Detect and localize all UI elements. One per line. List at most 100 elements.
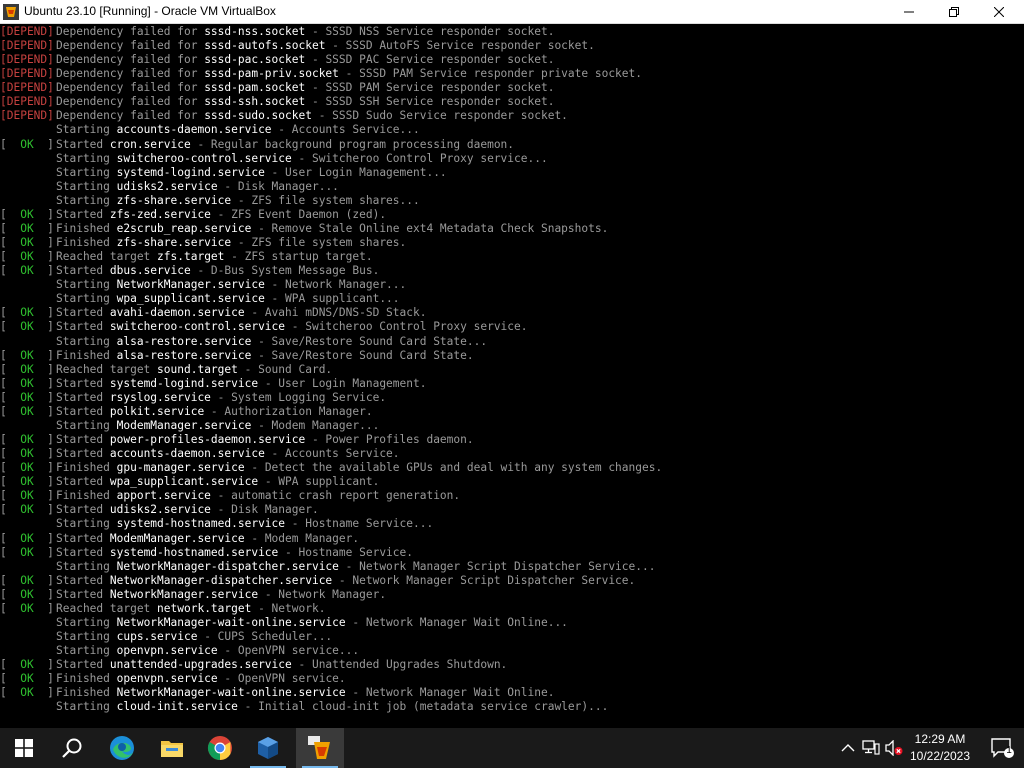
console-unit: zfs-zed.service	[109, 207, 211, 221]
notification-count: 1	[1006, 745, 1012, 756]
console-line: Starting wpa_supplicant.service - WPA su…	[0, 292, 400, 306]
console-description: - SSSD PAC Service responder socket.	[305, 53, 555, 67]
status-depend: [DEPEND]	[0, 25, 54, 38]
console-description: - User Login Management...	[264, 165, 447, 179]
console-line: [ OK ] Reached target sound.target - Soun…	[0, 363, 332, 377]
console-verb: Dependency failed for	[56, 25, 205, 38]
console-line: [ OK ] Started zfs-zed.service - ZFS Even…	[0, 208, 386, 222]
console-unit: wpa_supplicant.service	[109, 475, 259, 489]
console-unit: polkit.service	[109, 404, 205, 418]
console-unit: rsyslog.service	[109, 390, 211, 404]
start-button[interactable]	[0, 728, 48, 768]
console-line: Starting openvpn.service - OpenVPN servi…	[0, 644, 359, 658]
taskbar-chrome[interactable]	[196, 728, 244, 768]
status-ok: [ OK ]	[0, 250, 54, 264]
console-verb: Started	[56, 404, 110, 418]
console-unit: openvpn.service	[116, 644, 218, 658]
console-verb: Starting	[56, 517, 117, 531]
window-title-bar[interactable]: Ubuntu 23.10 [Running] - Oracle VM Virtu…	[0, 0, 1024, 24]
minimize-button[interactable]	[886, 0, 932, 23]
console-unit: apport.service	[116, 489, 211, 503]
console-unit: zfs-share.service	[116, 236, 232, 250]
maximize-button[interactable]	[931, 0, 977, 23]
chevron-up-icon	[841, 744, 855, 752]
console-verb: Started	[56, 587, 110, 601]
console-verb: Started	[56, 376, 110, 390]
show-hidden-icons-button[interactable]	[838, 738, 858, 758]
console-line: [ OK ] Started avahi-daemon.service - Ava…	[0, 306, 426, 320]
console-line: [DEPEND] Dependency failed for sssd-nss.s…	[0, 25, 554, 39]
taskbar-virtualbox-manager[interactable]	[244, 728, 292, 768]
status-ok: [ OK ]	[0, 306, 54, 320]
status-ok: [ OK ]	[0, 672, 54, 686]
console-line: [ OK ] Started unattended-upgrades.servic…	[0, 658, 507, 672]
console-verb: Dependency failed for	[56, 53, 205, 67]
console-unit: sound.target	[157, 362, 238, 376]
console-unit: sssd-autofs.socket	[204, 39, 326, 53]
console-line: [ OK ] Finished apport.service - automati…	[0, 489, 460, 503]
status-ok: [ OK ]	[0, 236, 54, 250]
console-verb: Starting	[56, 700, 117, 714]
taskbar-ubuntu-vm[interactable]	[296, 728, 344, 768]
status-ok: [ OK ]	[0, 601, 54, 615]
status-ok: [ OK ]	[0, 686, 54, 700]
console-verb: Starting	[56, 559, 117, 573]
console-unit: avahi-daemon.service	[109, 306, 245, 320]
console-verb: Starting	[56, 418, 117, 432]
console-verb: Starting	[56, 179, 117, 193]
console-verb: Started	[56, 475, 110, 489]
edge-icon	[110, 736, 134, 760]
console-line: [ OK ] Started dbus.service - D-Bus Syste…	[0, 264, 379, 278]
minimize-icon	[904, 11, 914, 12]
vm-console-output[interactable]: [DEPEND] Dependency failed for sssd-nss.s…	[0, 24, 1024, 728]
console-description: - CUPS Scheduler...	[197, 630, 333, 643]
console-unit: power-profiles-daemon.service	[109, 433, 306, 447]
console-description: - Network Manager Script Dispatcher Serv…	[338, 559, 656, 573]
console-description: - Initial cloud-init job (metadata servi…	[237, 700, 609, 714]
taskbar-file-explorer[interactable]	[148, 728, 196, 768]
windows-taskbar: 12:29 AM 10/22/2023 1	[0, 728, 1024, 768]
console-description: - Hostname Service.	[278, 545, 413, 559]
console-verb: Starting	[56, 151, 117, 165]
console-description: - Modem Manager...	[251, 418, 380, 432]
file-explorer-icon	[161, 741, 183, 757]
virtualbox-vm-icon	[308, 736, 330, 759]
status-ok: [ OK ]	[0, 531, 54, 545]
console-description: - Network Manager Wait Online...	[345, 615, 568, 629]
console-description: - OpenVPN service...	[217, 644, 360, 658]
console-line: Starting zfs-share.service - ZFS file sy…	[0, 194, 420, 208]
console-unit: gpu-manager.service	[116, 461, 245, 475]
restore-icon	[949, 6, 959, 17]
console-description: - Accounts Service.	[264, 447, 400, 461]
status-ok: [ OK ]	[0, 362, 54, 376]
console-description: - Modem Manager.	[244, 531, 360, 545]
console-line: [DEPEND] Dependency failed for sssd-pac.s…	[0, 53, 554, 67]
network-status-button[interactable]	[861, 738, 881, 758]
console-verb: Started	[56, 531, 110, 545]
console-unit: accounts-daemon.service	[116, 123, 272, 137]
console-unit: switcheroo-control.service	[116, 151, 292, 165]
console-verb: Finished	[56, 236, 117, 250]
status-depend: [DEPEND]	[0, 81, 54, 95]
action-center-button[interactable]: 1	[980, 728, 1024, 768]
console-verb: Starting	[56, 630, 117, 643]
console-line: [ OK ] Finished openvpn.service - OpenVPN…	[0, 672, 346, 686]
console-line: [ OK ] Started systemd-logind.service - U…	[0, 377, 426, 391]
console-unit: systemd-logind.service	[109, 376, 259, 390]
system-clock[interactable]: 12:29 AM 10/22/2023	[900, 731, 980, 767]
console-unit: ModemManager.service	[116, 418, 252, 432]
clock-date: 10/22/2023	[909, 749, 971, 763]
console-description: - Authorization Manager.	[204, 404, 373, 418]
console-description: - Disk Manager...	[217, 179, 339, 193]
search-button[interactable]	[48, 728, 96, 768]
windows-start-icon	[15, 739, 33, 757]
console-unit: sssd-ssh.socket	[204, 95, 306, 109]
console-unit: wpa_supplicant.service	[116, 292, 265, 306]
close-button[interactable]	[976, 0, 1022, 23]
status-ok: [ OK ]	[0, 587, 54, 601]
console-description: - ZFS file system shares...	[231, 193, 420, 207]
console-description: - Hostname Service...	[285, 517, 434, 531]
taskbar-edge[interactable]	[98, 728, 146, 768]
console-line: [ OK ] Started NetworkManager-dispatcher.…	[0, 574, 635, 588]
console-verb: Dependency failed for	[56, 81, 205, 95]
